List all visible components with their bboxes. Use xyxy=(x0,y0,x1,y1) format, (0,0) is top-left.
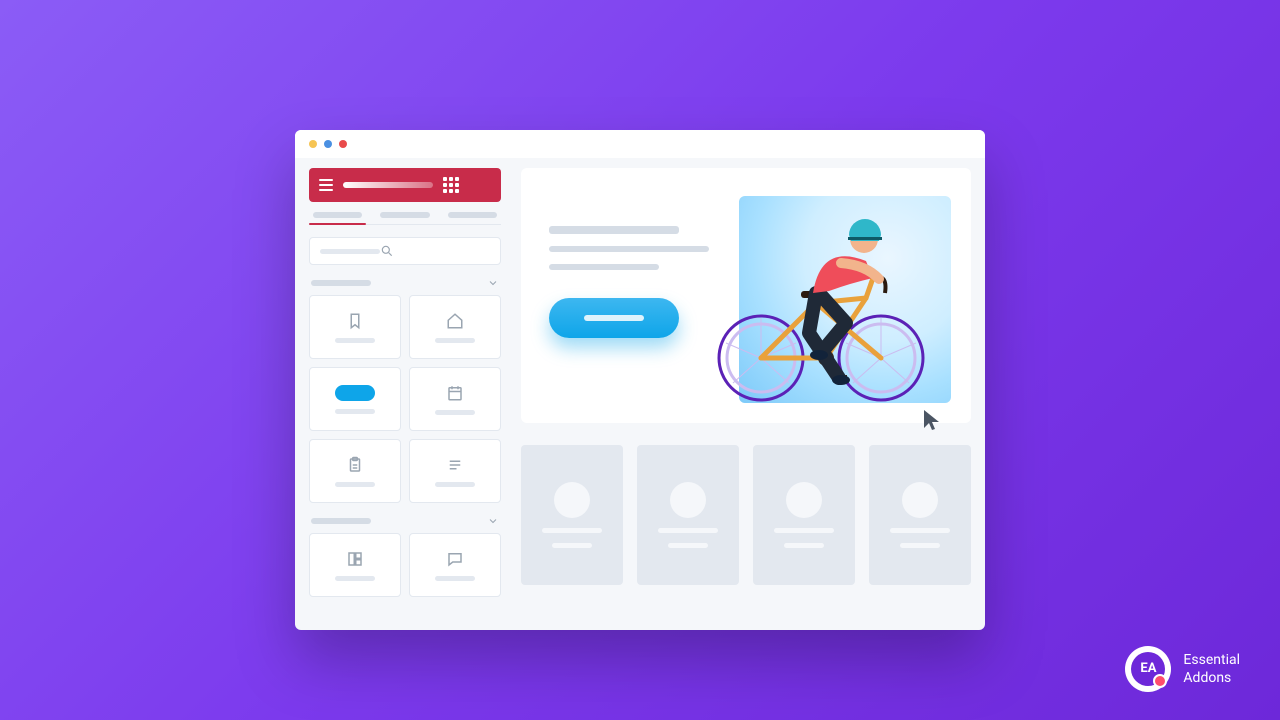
window-titlebar xyxy=(295,130,985,158)
window-dot-maximize[interactable] xyxy=(324,140,332,148)
brand-line1: Essential xyxy=(1183,651,1240,669)
brand-logo: EA xyxy=(1125,646,1171,692)
window-dot-minimize[interactable] xyxy=(309,140,317,148)
profile-card[interactable] xyxy=(521,445,623,585)
active-pill-icon xyxy=(335,385,375,401)
hero-heading-placeholder xyxy=(549,226,679,234)
hero-line-placeholder xyxy=(549,246,709,252)
window-dot-close[interactable] xyxy=(339,140,347,148)
hero-banner xyxy=(521,168,971,423)
brand-line2: Addons xyxy=(1183,669,1240,687)
tile-home[interactable] xyxy=(409,295,501,359)
tile-active[interactable] xyxy=(309,367,401,431)
sidebar-title-placeholder xyxy=(343,182,433,188)
search-placeholder xyxy=(320,249,380,254)
profile-card[interactable] xyxy=(869,445,971,585)
chevron-down-icon xyxy=(487,277,499,289)
profile-card[interactable] xyxy=(753,445,855,585)
cards-row xyxy=(521,445,971,585)
cta-label-placeholder xyxy=(584,315,644,321)
profile-card[interactable] xyxy=(637,445,739,585)
tile-layout[interactable] xyxy=(309,533,401,597)
text-lines-icon xyxy=(446,456,464,474)
section-label xyxy=(311,518,371,524)
tile-calendar[interactable] xyxy=(409,367,501,431)
home-icon xyxy=(446,312,464,330)
avatar-placeholder xyxy=(902,482,938,518)
cta-button[interactable] xyxy=(549,298,679,338)
chat-icon xyxy=(446,550,464,568)
sidebar-tab-1[interactable] xyxy=(313,212,362,218)
sidebar-tab-3[interactable] xyxy=(448,212,497,218)
cursor-icon xyxy=(921,408,945,432)
browser-window xyxy=(295,130,985,630)
brand-text: Essential Addons xyxy=(1183,651,1240,687)
section-header-2[interactable] xyxy=(309,515,501,527)
avatar-placeholder xyxy=(670,482,706,518)
avatar-placeholder xyxy=(554,482,590,518)
chevron-down-icon xyxy=(487,515,499,527)
sidebar xyxy=(309,168,501,616)
calendar-icon xyxy=(446,384,464,402)
section-header-1[interactable] xyxy=(309,277,501,289)
tile-bookmark[interactable] xyxy=(309,295,401,359)
section-label xyxy=(311,280,371,286)
apps-grid-icon[interactable] xyxy=(443,177,459,193)
brand-badge-area: EA Essential Addons xyxy=(1125,646,1240,692)
sidebar-tab-2[interactable] xyxy=(380,212,429,218)
tile-chat[interactable] xyxy=(409,533,501,597)
tile-clipboard[interactable] xyxy=(309,439,401,503)
brand-logo-text: EA xyxy=(1131,652,1165,686)
bookmark-icon xyxy=(346,312,364,330)
layout-icon xyxy=(346,550,364,568)
tile-text-lines[interactable] xyxy=(409,439,501,503)
avatar-placeholder xyxy=(786,482,822,518)
hero-illustration xyxy=(739,196,951,403)
sidebar-tabs xyxy=(309,212,501,225)
hero-line-placeholder xyxy=(549,264,659,270)
search-input[interactable] xyxy=(309,237,501,265)
clipboard-icon xyxy=(346,456,364,474)
sidebar-topbar xyxy=(309,168,501,202)
main-area xyxy=(521,168,971,616)
window-body xyxy=(295,158,985,630)
search-icon xyxy=(380,244,394,258)
cyclist-illustration xyxy=(701,183,941,413)
menu-icon[interactable] xyxy=(319,179,333,191)
